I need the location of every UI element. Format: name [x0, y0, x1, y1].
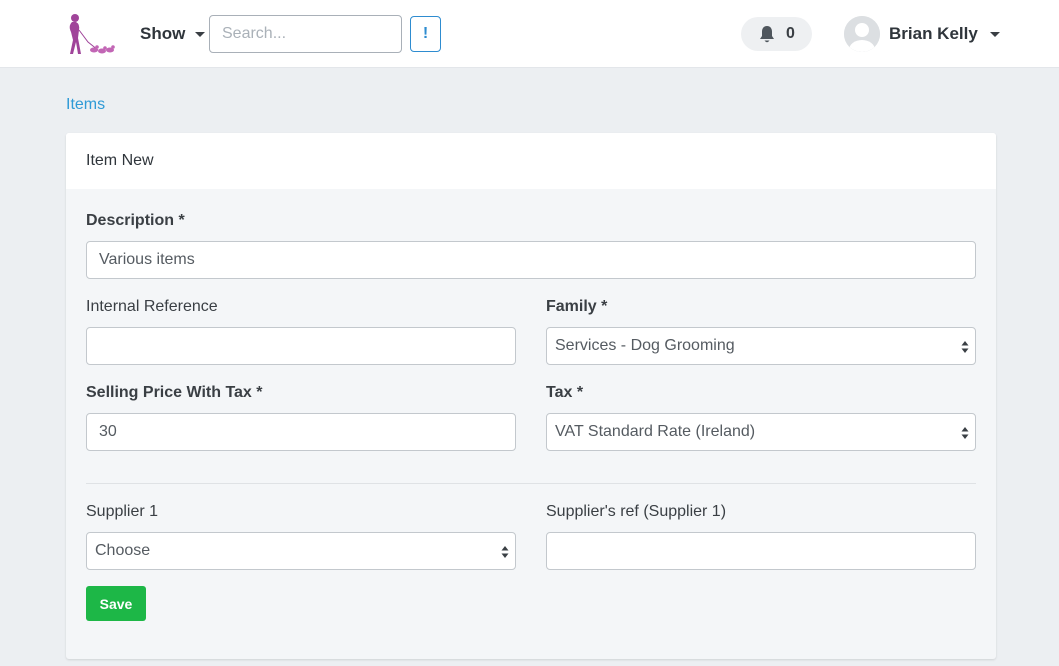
- selling-price-input[interactable]: [86, 413, 516, 451]
- top-navbar: Show ! 0 Brian Kelly: [0, 0, 1059, 68]
- supplier1-label: Supplier 1: [86, 503, 159, 520]
- select-arrows-icon: [961, 341, 969, 353]
- select-arrows-icon: [961, 427, 969, 439]
- family-select[interactable]: Services - Dog Grooming: [546, 327, 976, 365]
- description-input[interactable]: [86, 241, 976, 279]
- user-name: Brian Kelly: [889, 24, 978, 43]
- tax-select[interactable]: VAT Standard Rate (Ireland): [546, 413, 976, 451]
- family-label: Family *: [546, 298, 608, 315]
- notification-count: 0: [786, 25, 795, 42]
- tax-label: Tax *: [546, 384, 584, 401]
- alert-label: !: [422, 25, 429, 42]
- show-label: Show: [140, 24, 186, 43]
- supplier1-select[interactable]: Choose: [86, 532, 516, 570]
- tax-selected-value: VAT Standard Rate (Ireland): [555, 423, 756, 440]
- user-avatar-icon: [844, 16, 880, 52]
- select-arrows-icon: [501, 546, 509, 558]
- alert-button[interactable]: !: [410, 16, 441, 52]
- chevron-down-icon: [989, 31, 1000, 37]
- bell-icon: [760, 25, 775, 42]
- family-selected-value: Services - Dog Grooming: [555, 337, 735, 354]
- save-button[interactable]: Save: [86, 586, 146, 621]
- user-menu[interactable]: Brian Kelly: [844, 16, 1000, 52]
- show-menu[interactable]: Show: [140, 22, 206, 46]
- chevron-down-icon: [195, 31, 206, 37]
- form-divider: [86, 483, 976, 484]
- notifications-button[interactable]: 0: [741, 17, 812, 51]
- internal-reference-label: Internal Reference: [86, 298, 218, 315]
- card-title: Item New: [66, 133, 996, 189]
- breadcrumb-items[interactable]: Items: [66, 96, 105, 114]
- description-label: Description *: [86, 212, 185, 229]
- supplier1-selected-value: Choose: [95, 542, 151, 559]
- supplier-ref-label: Supplier's ref (Supplier 1): [546, 503, 727, 520]
- internal-reference-input[interactable]: [86, 327, 516, 365]
- supplier-ref-input[interactable]: [546, 532, 976, 570]
- logo-icon[interactable]: [64, 12, 116, 56]
- search-input[interactable]: [209, 15, 402, 53]
- selling-price-label: Selling Price With Tax *: [86, 384, 263, 401]
- item-form-card: Item New Description * Internal Referenc…: [66, 133, 996, 659]
